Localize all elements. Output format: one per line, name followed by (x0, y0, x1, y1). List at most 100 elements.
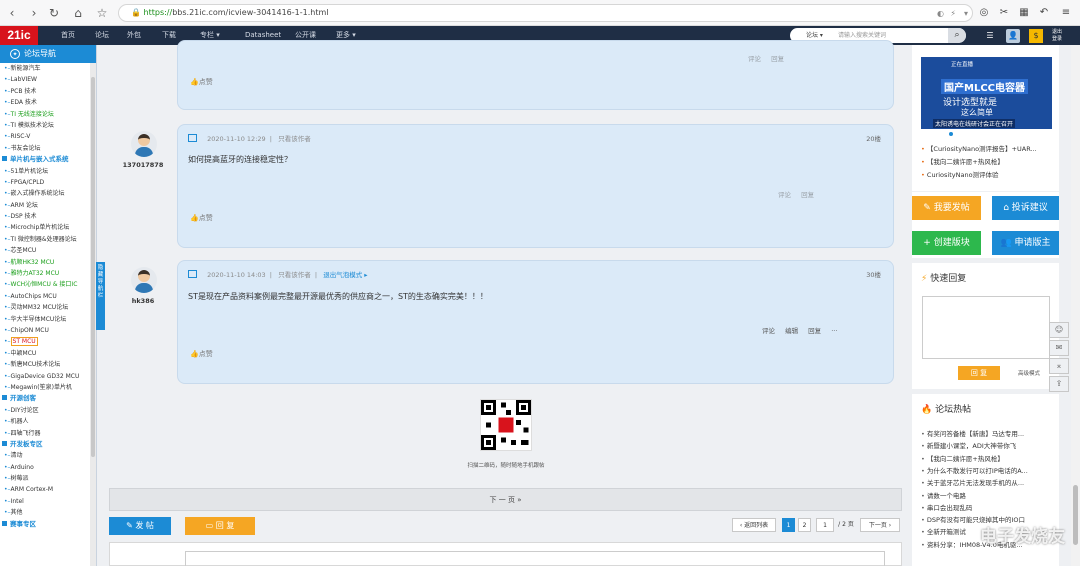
sidebar-item[interactable]: •–嵌入式操作系统论坛 (0, 188, 90, 199)
next-page-button[interactable]: 下一页 › (860, 518, 900, 532)
hot-post-item[interactable]: • 新暨建小课堂，ADI大神带你飞 (921, 440, 1049, 450)
back-icon[interactable]: ‹ (4, 5, 20, 21)
nav-item-outsource[interactable]: 外包 (127, 26, 141, 45)
sidebar-category[interactable]: 开发板专区 (0, 439, 90, 450)
hot-post-item[interactable]: • 有奖问答备楼【新唐】马达专用... (921, 428, 1049, 438)
only-author-link[interactable]: 只看该作者 (278, 135, 311, 143)
sidebar-item[interactable]: •–四轴飞行器 (0, 428, 90, 439)
scissors-icon[interactable]: ✂ (996, 5, 1012, 21)
sidebar-category[interactable]: 单片机与嵌入式系统 (0, 154, 90, 165)
money-bag-icon[interactable]: $ (1029, 29, 1043, 43)
page-scroll-thumb[interactable] (1073, 485, 1078, 545)
sidebar-item[interactable]: •–华大半导体MCU论坛 (0, 314, 90, 325)
new-post-button[interactable]: ✎ 我要发帖 (912, 196, 981, 220)
carousel-dot[interactable] (949, 132, 953, 136)
sidebar-item[interactable]: •–其他 (0, 507, 90, 518)
user-icon[interactable]: ☺ (1049, 322, 1069, 338)
next-page-bar[interactable]: 下 一 页 » (109, 488, 902, 511)
like-button[interactable]: 👍点赞 (190, 213, 213, 223)
page-2-button[interactable]: 2 (798, 518, 811, 532)
comment-button[interactable]: 评论 (748, 55, 761, 63)
sidebar-item[interactable]: •–雅特力AT32 MCU (0, 268, 90, 279)
back-to-list-button[interactable]: ‹ 返回列表 (732, 518, 776, 532)
reply-button[interactable]: 回复 (801, 191, 814, 199)
username[interactable]: hk386 (113, 297, 173, 305)
more-icon[interactable]: ··· (831, 327, 837, 335)
reply-editor[interactable] (109, 542, 902, 566)
like-button[interactable]: 👍点赞 (190, 77, 213, 87)
address-bar[interactable]: 🔒 https://bbs.21ic.com/icview-3041416-1-… (118, 4, 973, 22)
sidebar-item[interactable]: •–TI 微控制器&处理器论坛 (0, 234, 90, 245)
sidebar-item[interactable]: •–Intel (0, 496, 90, 507)
ad-banner[interactable]: 正在直播 国产MLCC电容器 设计选型就是 这么简单 太阳诱电在线研讨会正在召开 (921, 57, 1052, 129)
reply-button[interactable]: 回复 (808, 327, 821, 335)
shield-icon[interactable]: ◎ (976, 5, 992, 21)
comment-button[interactable]: 评论 (762, 327, 775, 335)
site-logo[interactable]: 21ic (0, 26, 38, 45)
bookmark-star-icon[interactable]: ☆ (94, 5, 110, 21)
sidebar-item[interactable]: •– ST MCU (0, 336, 90, 347)
create-board-button[interactable]: + 创建版块 (912, 231, 981, 255)
nav-item-download[interactable]: 下载 (162, 26, 176, 45)
next-page-label[interactable]: 下 一 页 » (490, 496, 522, 504)
hot-post-item[interactable]: • 请数一个电路 (921, 490, 1049, 500)
sidebar-item[interactable]: •–PCB 技术 (0, 86, 90, 97)
sidebar-item[interactable]: •–中颖MCU (0, 348, 90, 359)
back-to-top-icon[interactable]: ⌅ (1049, 358, 1069, 374)
message-icon[interactable]: ✉ (1049, 340, 1069, 356)
sidebar-category[interactable]: 开源创客 (0, 393, 90, 404)
comment-button[interactable]: 评论 (778, 191, 791, 199)
list-icon[interactable]: ☰ (983, 29, 997, 43)
search-icon[interactable]: ⌕ (948, 28, 966, 43)
sidebar-item[interactable]: •–TI 无线连接论坛 (0, 109, 90, 120)
sidebar-item[interactable]: •–书友会论坛 (0, 143, 90, 154)
reload-icon[interactable]: ↻ (46, 5, 62, 21)
sidebar-item[interactable]: •–FPGA/CPLD (0, 177, 90, 188)
avatar[interactable] (131, 131, 157, 157)
advanced-mode-link[interactable]: 高级模式 (1018, 369, 1040, 377)
sidebar-item[interactable]: •–Microchip单片机论坛 (0, 222, 90, 233)
page-input[interactable]: 1 (816, 518, 834, 532)
sidebar-item[interactable]: •–EDA 技术 (0, 97, 90, 108)
sidebar-item[interactable]: •–51单片机论坛 (0, 166, 90, 177)
reply-button[interactable]: 回复 (771, 55, 784, 63)
username[interactable]: 137017878 (113, 161, 173, 169)
sidebar-item[interactable]: •–Megawin(笙泉)单片机 (0, 382, 90, 393)
sidebar-item[interactable]: •–Arduino (0, 462, 90, 473)
nav-item-forum[interactable]: 论坛 (95, 26, 109, 45)
sidebar-item[interactable]: •–RISC-V (0, 131, 90, 142)
sidebar-item[interactable]: •–ARM Cortex-M (0, 484, 90, 495)
sidebar-item[interactable]: •–灵动MM32 MCU论坛 (0, 302, 90, 313)
share-icon[interactable]: ⇪ (1049, 376, 1069, 392)
sidebar-item[interactable]: •–新唐MCU技术论坛 (0, 359, 90, 370)
only-author-link[interactable]: 只看该作者 (278, 271, 311, 279)
hide-nav-tab[interactable]: 隐藏导航栏 (96, 262, 105, 330)
sidebar-item[interactable]: •–机器人 (0, 416, 90, 427)
page-scrollbar[interactable] (1071, 45, 1080, 566)
edit-button[interactable]: 编辑 (785, 327, 798, 335)
logout-label[interactable]: 退出 登录 (1050, 29, 1064, 43)
sidebar-item[interactable]: •–芯圣MCU (0, 245, 90, 256)
like-button[interactable]: 👍点赞 (190, 349, 213, 359)
sidebar-item[interactable]: •–新能源汽车 (0, 63, 90, 74)
menu-icon[interactable]: ≡ (1058, 5, 1074, 21)
user-avatar-icon[interactable]: 👤 (1006, 29, 1020, 43)
hot-post-item[interactable]: • 关于蓝牙芯片无法发现手机的从... (921, 477, 1049, 487)
sidebar-item[interactable]: •–ChipON MCU (0, 325, 90, 336)
sidebar-item[interactable]: •–航顺HK32 MCU (0, 257, 90, 268)
undo-icon[interactable]: ↶ (1036, 5, 1052, 21)
exit-bubble-mode-link[interactable]: 退出气泡模式 ▸ (323, 271, 367, 279)
sidebar-item[interactable]: •–AutoChips MCU (0, 291, 90, 302)
sidebar-item[interactable]: •–WCH沁恒MCU & 接口IC (0, 279, 90, 290)
post-button[interactable]: ✎ 发 帖 (109, 517, 171, 535)
page-1-button[interactable]: 1 (782, 518, 795, 532)
reply-button[interactable]: ▭ 回 复 (185, 517, 255, 535)
avatar[interactable] (131, 267, 157, 293)
suggest-button[interactable]: ⌂ 投诉建议 (992, 196, 1059, 220)
sidebar-item[interactable]: •–DIY讨论区 (0, 405, 90, 416)
sidebar-scroll-thumb[interactable] (91, 77, 95, 457)
quick-reply-button[interactable]: 回 复 (958, 366, 1000, 380)
hot-post-item[interactable]: • 串口会出现乱码 (921, 502, 1049, 512)
sidebar-item[interactable]: •–清动 (0, 450, 90, 461)
reply-editor-area[interactable] (185, 551, 885, 566)
